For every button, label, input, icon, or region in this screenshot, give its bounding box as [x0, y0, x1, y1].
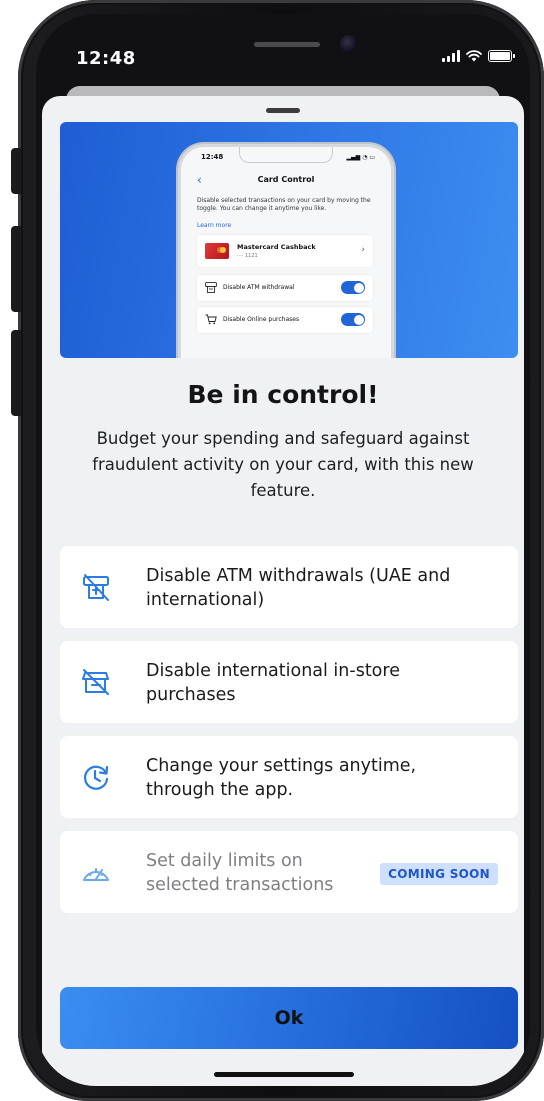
cart-icon [205, 314, 217, 325]
status-icons [442, 50, 515, 62]
page-description: Budget your spending and safeguard again… [92, 429, 474, 500]
clock-refresh-icon [83, 765, 109, 790]
phone-screen: 12:48 12:48 ▂▄▆ ◔ ▭ ‹ Card Control Disab… [36, 14, 530, 1086]
feature-text: Set daily limits on selected transaction… [146, 851, 334, 895]
ok-button[interactable]: Ok [60, 987, 518, 1049]
hero-phone-mockup: 12:48 ▂▄▆ ◔ ▭ ‹ Card Control Disable sel… [178, 144, 394, 358]
mockup-card-row: Mastercard Cashback ···· 1121 › [197, 235, 373, 267]
volume-up-button [11, 226, 21, 312]
card-image-icon [205, 243, 229, 259]
speaker-grille [254, 42, 320, 47]
feature-text: Change your settings anytime, through th… [146, 756, 417, 800]
feature-card: Disable ATM withdrawals (UAE and interna… [60, 546, 518, 628]
cellular-signal-icon [442, 50, 460, 62]
wifi-icon [466, 50, 482, 62]
mockup-card-number: ···· 1121 [237, 253, 258, 259]
speedometer-icon [83, 868, 109, 881]
feature-text: Disable ATM withdrawals (UAE and interna… [146, 566, 451, 610]
sheet-grabber[interactable] [266, 108, 300, 113]
mockup-toggle [341, 313, 365, 326]
mockup-learn-more: Learn more [197, 222, 232, 229]
hero-banner: 12:48 ▂▄▆ ◔ ▭ ‹ Card Control Disable sel… [60, 122, 518, 358]
coming-soon-badge: COMING SOON [380, 863, 498, 885]
mockup-toggle-row: Disable Online purchases [197, 307, 373, 333]
feature-card: Change your settings anytime, through th… [60, 736, 518, 818]
mockup-toggle [341, 281, 365, 294]
mockup-status-icons: ▂▄▆ ◔ ▭ [346, 154, 375, 161]
atm-disabled-icon [83, 574, 109, 601]
front-camera [340, 35, 358, 53]
mockup-description: Disable selected transactions on your ca… [197, 197, 371, 212]
mute-switch [11, 148, 21, 194]
mockup-row-label: Disable Online purchases [223, 316, 300, 323]
atm-icon [205, 282, 217, 293]
feature-card: Set daily limits on selected transaction… [60, 831, 518, 913]
feature-card: Disable international in-store purchases [60, 641, 518, 723]
store-purchase-disabled-icon [82, 669, 109, 695]
mockup-row-label: Disable ATM withdrawal [223, 284, 295, 291]
mockup-card-name: Mastercard Cashback [237, 243, 316, 251]
bottom-sheet: 12:48 ▂▄▆ ◔ ▭ ‹ Card Control Disable sel… [42, 96, 524, 1086]
home-indicator[interactable] [214, 1072, 354, 1077]
feature-text: Disable international in-store purchases [146, 661, 400, 705]
volume-down-button [11, 330, 21, 416]
status-time: 12:48 [76, 48, 136, 69]
mockup-notch [239, 147, 333, 163]
page-title: Be in control! [187, 380, 379, 409]
mockup-time: 12:48 [201, 153, 224, 161]
mockup-title: Card Control [257, 175, 315, 184]
chevron-right-icon: › [361, 245, 365, 255]
mockup-toggle-row: Disable ATM withdrawal [197, 275, 373, 301]
battery-icon [488, 50, 515, 62]
